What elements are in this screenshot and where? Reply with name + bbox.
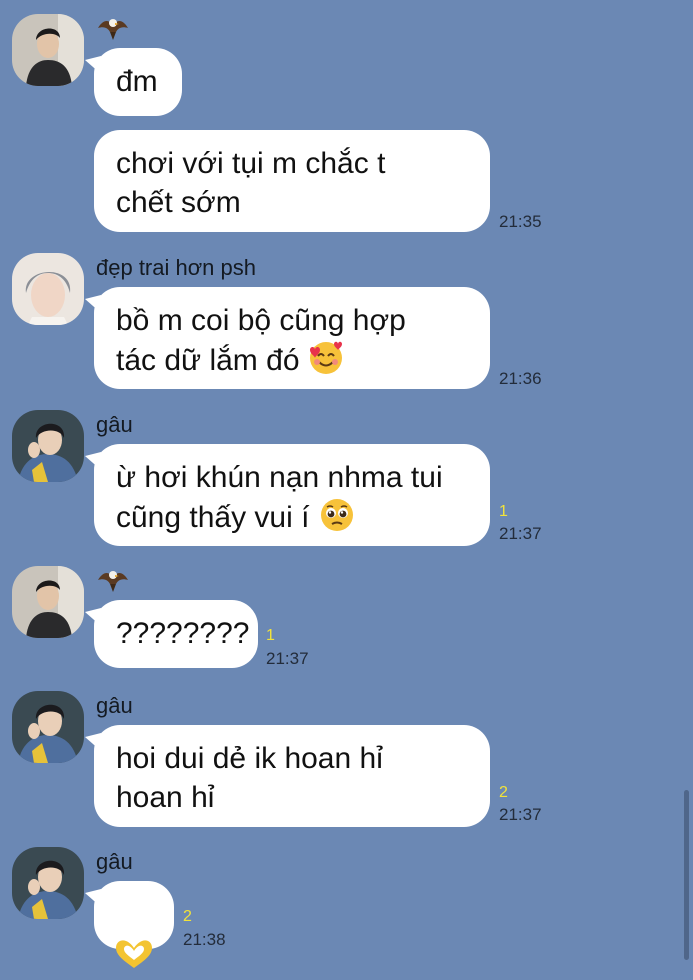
sticker-bubble[interactable] <box>85 881 174 968</box>
unread-count: 1 <box>499 503 508 520</box>
message-timestamp: 21:35 <box>499 212 542 231</box>
avatar[interactable] <box>12 410 84 482</box>
sender-name: đẹp trai hơn psh <box>96 255 256 280</box>
eagle-icon <box>96 566 130 594</box>
sender-name: gâu <box>96 849 133 874</box>
message-bubble[interactable]: ???????? <box>85 600 258 668</box>
scrollbar[interactable] <box>684 790 689 960</box>
message-timestamp: 21:37 <box>499 805 542 824</box>
message-timestamp: 21:38 <box>183 930 226 949</box>
message-timestamp: 21:37 <box>266 649 309 668</box>
message-bubble[interactable]: ừ hơi khún nạn nhma tui cũng thấy vui í <box>85 444 490 546</box>
avatar[interactable] <box>12 847 84 919</box>
sender-name: gâu <box>96 412 133 437</box>
smiling-face-with-hearts-icon <box>308 340 344 386</box>
heart-hands-icon <box>114 899 154 980</box>
message-bubble[interactable]: hoi dui dẻ ik hoan hỉ hoan hỉ <box>85 725 490 827</box>
avatar[interactable] <box>12 691 84 763</box>
message-timestamp: 21:36 <box>499 369 542 388</box>
avatar[interactable] <box>12 14 84 86</box>
message-bubble[interactable]: chơi với tụi m chắc t chết sớm <box>94 130 490 232</box>
eagle-icon <box>96 14 130 42</box>
unread-count: 2 <box>183 908 192 925</box>
sender-name: gâu <box>96 693 133 718</box>
unread-count: 1 <box>266 627 275 644</box>
message-text: bồ m coi bộ cũng hợp tác dữ lắm đó <box>116 304 406 377</box>
avatar[interactable] <box>12 566 84 638</box>
message-bubble[interactable]: đm <box>85 48 182 116</box>
avatar[interactable] <box>12 253 84 325</box>
message-timestamp: 21:37 <box>499 524 542 543</box>
pleading-face-icon <box>319 497 355 543</box>
message-text: ừ hơi khún nạn nhma tui cũng thấy vui í <box>116 461 443 534</box>
message-bubble[interactable]: bồ m coi bộ cũng hợp tác dữ lắm đó <box>85 287 490 389</box>
unread-count: 2 <box>499 784 508 801</box>
